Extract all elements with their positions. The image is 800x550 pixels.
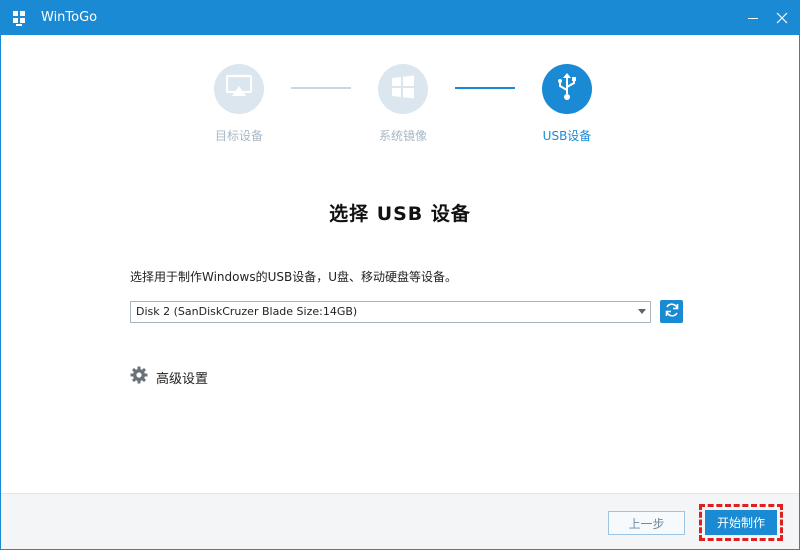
step-label-system-image: 系统镜像 [378, 129, 427, 143]
step-connector-1 [291, 87, 351, 89]
window-title: WinToGo [41, 10, 98, 25]
step-target-device [214, 64, 264, 114]
dropdown-selected-value: Disk 2 (SanDiskCruzer Blade Size:14GB) [136, 305, 358, 318]
instruction-text: 选择用于制作Windows的USB设备，U盘、移动硬盘等设备。 [130, 270, 457, 284]
refresh-icon [664, 302, 680, 322]
step-system-image [378, 64, 428, 114]
windows-logo-icon [11, 10, 27, 26]
step-usb-device [542, 64, 592, 114]
refresh-button[interactable] [660, 300, 683, 323]
step-label-target-device: 目标设备 [214, 129, 263, 143]
monitor-icon [225, 74, 253, 104]
page-title: 选择 USB 设备 [329, 203, 471, 225]
usb-icon [554, 72, 580, 106]
chevron-down-icon [638, 309, 646, 314]
gear-icon [130, 366, 148, 388]
app-window: WinToGo 目标设备 系统镜像 USB设备 选择 USB 设备 选择用于制作… [0, 0, 800, 550]
close-button[interactable] [765, 1, 799, 35]
step-label-usb-device: USB设备 [542, 129, 592, 143]
close-icon [776, 9, 788, 28]
usb-device-dropdown[interactable]: Disk 2 (SanDiskCruzer Blade Size:14GB) [130, 301, 651, 323]
start-create-button[interactable]: 开始制作 [705, 510, 777, 535]
title-bar: WinToGo [1, 1, 799, 35]
minimize-icon [747, 9, 759, 28]
advanced-settings-label: 高级设置 [156, 371, 209, 387]
step-connector-2 [455, 87, 515, 89]
start-button-highlight: 开始制作 [699, 504, 783, 541]
previous-step-button[interactable]: 上一步 [608, 511, 685, 535]
windows-logo-icon [390, 74, 416, 104]
footer-bar: 上一步 开始制作 [1, 493, 799, 549]
advanced-settings-link[interactable]: 高级设置 [130, 366, 209, 388]
